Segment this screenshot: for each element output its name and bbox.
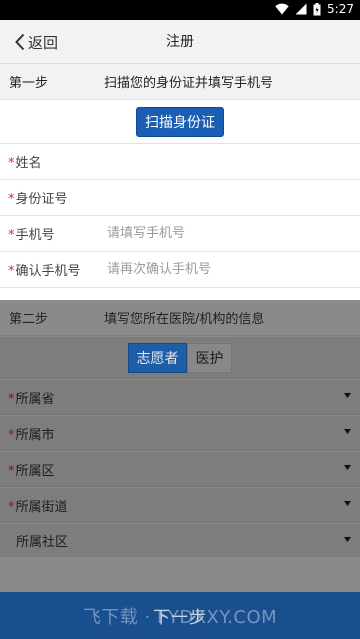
id-number-field-row: *身份证号 — [0, 180, 360, 216]
back-button-label: 返回 — [28, 33, 59, 52]
scan-id-card-button[interactable]: 扫描身份证 — [136, 107, 224, 137]
community-label-text: 所属社区 — [16, 535, 69, 550]
status-icons: 5:27 — [275, 2, 354, 16]
phone-label: *手机号 — [0, 224, 107, 243]
city-label: *所属市 — [0, 424, 360, 443]
city-select[interactable]: *所属市 — [0, 416, 360, 451]
phone-field-row: *手机号 — [0, 216, 360, 252]
confirm-phone-field-row: *确认手机号 — [0, 252, 360, 288]
required-asterisk: * — [8, 228, 15, 243]
overlay-spacer — [0, 557, 360, 592]
dropdown-arrow-icon — [344, 393, 351, 398]
step1-header: 第一步 扫描您的身份证并填写手机号 — [0, 64, 360, 100]
role-medical-button[interactable]: 医护 — [187, 343, 232, 373]
province-label-text: 所属省 — [15, 391, 55, 407]
wifi-icon — [275, 3, 289, 15]
dropdown-arrow-icon — [344, 537, 351, 542]
scan-area: 扫描身份证 — [0, 100, 360, 144]
street-label: *所属街道 — [0, 496, 360, 515]
name-input[interactable] — [107, 144, 360, 179]
nav-bar: 返回 注册 — [0, 20, 360, 64]
status-time: 5:27 — [327, 2, 354, 16]
role-toggle-row: 志愿者 医护 — [0, 337, 360, 379]
id-number-label-text: 身份证号 — [15, 192, 68, 207]
district-select[interactable]: *所属区 — [0, 452, 360, 487]
next-step-label: 下一步 — [153, 608, 207, 628]
next-step-button[interactable]: 下一步 — [0, 592, 360, 639]
required-asterisk: * — [8, 391, 15, 407]
required-asterisk: * — [8, 156, 15, 171]
cellular-signal-icon — [295, 3, 307, 15]
district-label: *所属区 — [0, 460, 360, 479]
role-toggle: 志愿者 医护 — [128, 343, 232, 373]
community-select[interactable]: 所属社区 — [0, 524, 360, 558]
name-field-row: *姓名 — [0, 144, 360, 180]
status-bar: 5:27 — [0, 0, 360, 20]
chevron-left-icon — [15, 33, 25, 51]
street-select[interactable]: *所属街道 — [0, 488, 360, 523]
required-asterisk: * — [8, 192, 15, 207]
district-label-text: 所属区 — [15, 463, 55, 479]
confirm-phone-label: *确认手机号 — [0, 260, 107, 279]
required-asterisk: * — [8, 499, 15, 515]
dropdown-arrow-icon — [344, 501, 351, 506]
street-label-text: 所属街道 — [15, 499, 68, 515]
battery-icon — [313, 2, 321, 15]
dropdown-arrow-icon — [344, 465, 351, 470]
province-label: *所属省 — [0, 388, 360, 407]
province-select[interactable]: *所属省 — [0, 380, 360, 415]
city-label-text: 所属市 — [15, 427, 55, 443]
dropdown-arrow-icon — [344, 429, 351, 434]
back-button[interactable]: 返回 — [14, 20, 58, 64]
step1-description: 扫描您的身份证并填写手机号 — [104, 76, 274, 91]
required-asterisk: * — [8, 427, 15, 443]
role-volunteer-button[interactable]: 志愿者 — [128, 343, 187, 373]
name-label: *姓名 — [0, 152, 107, 171]
required-asterisk: * — [8, 463, 15, 479]
confirm-phone-input[interactable] — [107, 252, 360, 287]
step2-description: 填写您所在医院/机构的信息 — [104, 312, 265, 327]
id-number-input[interactable] — [107, 180, 360, 215]
id-number-label: *身份证号 — [0, 188, 107, 207]
name-label-text: 姓名 — [15, 156, 42, 171]
step2-header: 第二步 填写您所在医院/机构的信息 — [0, 300, 360, 336]
step2-label: 第二步 — [9, 312, 49, 327]
confirm-phone-label-text: 确认手机号 — [15, 264, 81, 279]
required-asterisk: * — [8, 264, 15, 279]
phone-input[interactable] — [107, 216, 360, 251]
step1-label: 第一步 — [9, 76, 49, 91]
community-label: 所属社区 — [0, 531, 360, 550]
phone-label-text: 手机号 — [15, 228, 55, 243]
